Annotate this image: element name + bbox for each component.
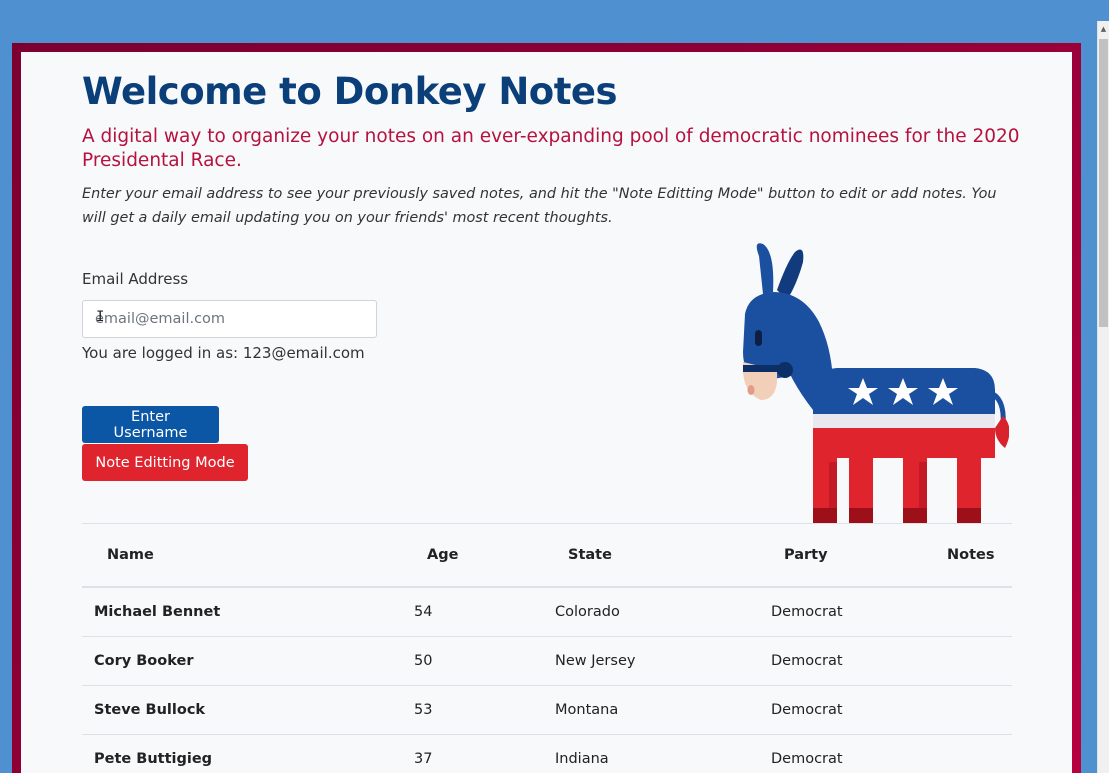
scrollbar-thumb[interactable]: [1099, 39, 1108, 327]
cell-state: Colorado: [555, 587, 771, 637]
cell-party: Democrat: [771, 734, 934, 773]
table-row: Pete Buttigieg 37 Indiana Democrat: [82, 734, 1012, 773]
vertical-scrollbar[interactable]: ▲: [1097, 21, 1109, 773]
cell-state: Montana: [555, 685, 771, 735]
cell-state: Indiana: [555, 734, 771, 773]
column-header-party: Party: [771, 523, 934, 588]
candidates-table: Name Age State Party Notes Michael Benne…: [82, 523, 1012, 773]
cell-age: 53: [414, 685, 555, 735]
page-subtitle: A digital way to organize your notes on …: [82, 126, 1020, 171]
column-header-notes: Notes: [934, 523, 1012, 588]
cell-notes[interactable]: [934, 734, 1012, 773]
table-row: Steve Bullock 53 Montana Democrat: [82, 685, 1012, 735]
i-beam-cursor-icon: I: [96, 309, 105, 325]
cell-age: 37: [414, 734, 555, 773]
cell-party: Democrat: [771, 587, 934, 637]
column-header-name: Name: [82, 523, 414, 588]
note-editing-mode-button[interactable]: Note Editting Mode: [82, 444, 248, 481]
table-row: Michael Bennet 54 Colorado Democrat: [82, 587, 1012, 637]
cell-name: Cory Booker: [82, 636, 414, 686]
cell-notes[interactable]: [934, 685, 1012, 735]
cell-party: Democrat: [771, 636, 934, 686]
column-header-age: Age: [414, 523, 555, 588]
column-header-state: State: [555, 523, 771, 588]
cell-party: Democrat: [771, 685, 934, 735]
cell-age: 54: [414, 587, 555, 637]
cell-name: Pete Buttigieg: [82, 734, 414, 773]
page-title: Welcome to Donkey Notes: [82, 70, 618, 113]
email-label: Email Address: [82, 270, 189, 288]
table-header-row: Name Age State Party Notes: [82, 523, 1012, 588]
cell-notes[interactable]: [934, 636, 1012, 686]
instructions-text: Enter your email address to see your pre…: [82, 186, 997, 226]
cell-age: 50: [414, 636, 555, 686]
cell-name: Michael Bennet: [82, 587, 414, 637]
scroll-up-arrow-icon[interactable]: ▲: [1098, 21, 1109, 38]
logged-in-status: You are logged in as: 123@email.com: [82, 344, 365, 362]
enter-username-button[interactable]: Enter Username: [82, 406, 219, 443]
cell-name: Steve Bullock: [82, 685, 414, 735]
table-row: Cory Booker 50 New Jersey Democrat: [82, 636, 1012, 686]
democratic-donkey-icon: [742, 243, 1009, 524]
cell-state: New Jersey: [555, 636, 771, 686]
email-input[interactable]: [82, 300, 377, 338]
cell-notes[interactable]: [934, 587, 1012, 637]
main-content: Welcome to Donkey Notes A digital way to…: [21, 52, 1072, 773]
